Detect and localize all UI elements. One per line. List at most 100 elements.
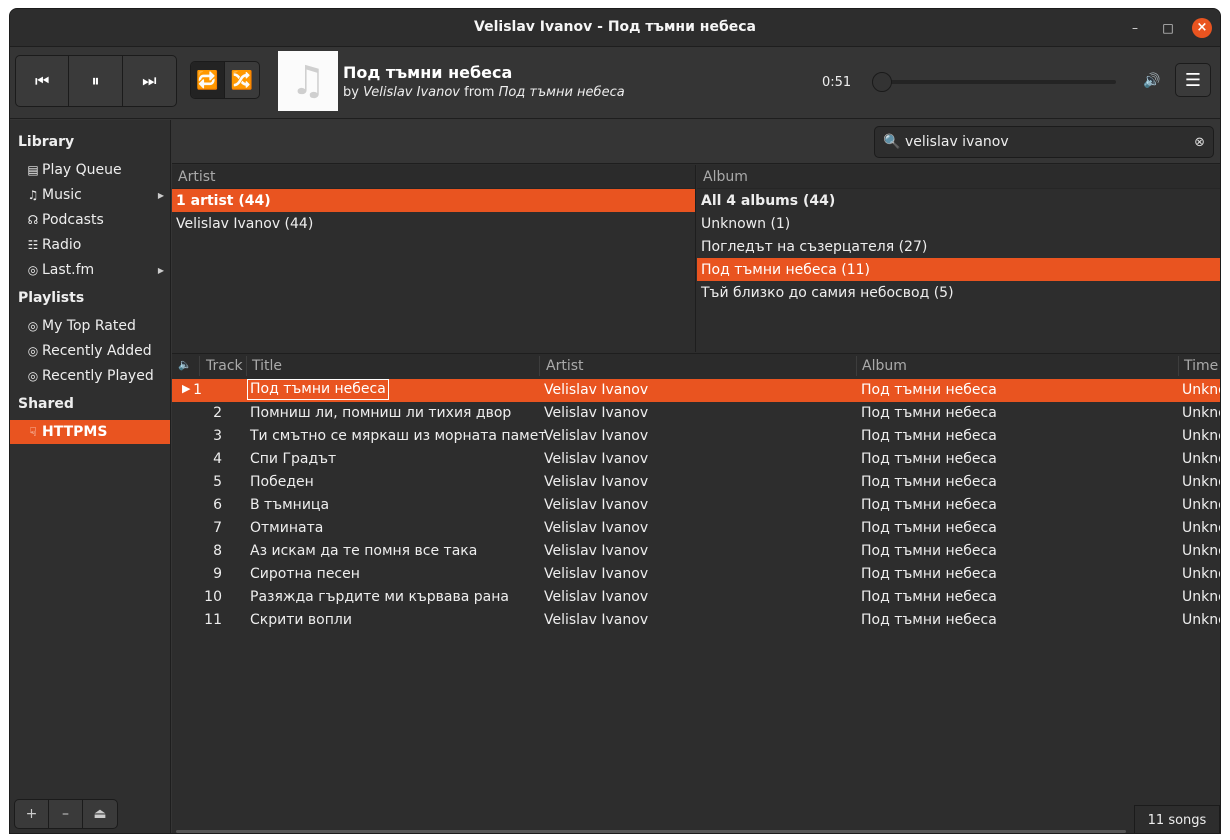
shuffle-button[interactable]: 🔀: [225, 62, 259, 98]
previous-icon: ⏮: [34, 71, 50, 90]
remove-playlist-button[interactable]: –: [49, 800, 83, 828]
sidebar-item-label: Play Queue: [42, 162, 122, 178]
table-row[interactable]: 11 Скрити вопли Velislav Ivanov Под тъмн…: [172, 609, 1220, 632]
pause-button[interactable]: ⏸: [69, 56, 123, 106]
shared-heading: Shared: [18, 396, 74, 412]
by-label: by: [343, 85, 359, 100]
add-playlist-button[interactable]: +: [15, 800, 49, 828]
maximize-button[interactable]: □: [1158, 18, 1178, 38]
track-album: Под тъмни небеса: [861, 589, 997, 605]
album-cover[interactable]: ♫: [278, 51, 338, 111]
plus-icon: +: [25, 806, 38, 822]
sidebar-item-my-top-rated[interactable]: ◎ My Top Rated: [10, 314, 170, 338]
close-button[interactable]: ×: [1192, 18, 1212, 38]
album-row[interactable]: Тъй близко до самия небосвод (5): [697, 281, 1220, 304]
minimize-button[interactable]: –: [1125, 18, 1145, 38]
eject-button[interactable]: ⏏: [83, 800, 117, 828]
next-button[interactable]: ⏭: [123, 56, 176, 106]
clear-search-icon[interactable]: ⊗: [1194, 135, 1205, 150]
artist-row-all[interactable]: 1 artist (44): [172, 189, 695, 212]
track-album: Под тъмни небеса: [861, 497, 997, 513]
shared-library-icon: ☟: [29, 425, 37, 439]
album-row[interactable]: Погледът на съзерцателя (27): [697, 235, 1220, 258]
track-number: 7: [213, 520, 222, 536]
search-bar: 🔍 velislav ivanov ⊗: [172, 120, 1220, 164]
album-row-selected[interactable]: Под тъмни небеса (11): [697, 258, 1220, 281]
track-title: В тъмница: [250, 497, 330, 513]
artist-row[interactable]: Velislav Ivanov (44): [172, 212, 695, 235]
table-row[interactable]: 9 Сиротна песен Velislav Ivanov Под тъмн…: [172, 563, 1220, 586]
album-column-header[interactable]: Album: [862, 358, 907, 374]
track-album: Под тъмни небеса: [861, 474, 997, 490]
smart-playlist-icon: ◎: [27, 369, 39, 383]
track-time: Unknown: [1182, 589, 1220, 605]
sidebar-item-radio[interactable]: ☷ Radio: [10, 233, 170, 257]
sidebar-actions: + – ⏏: [14, 799, 118, 829]
track-album: Под тъмни небеса: [861, 543, 997, 559]
now-playing-artist: Velislav Ivanov: [363, 85, 461, 100]
volume-button[interactable]: 🔊: [1143, 73, 1160, 89]
track-artist: Velislav Ivanov: [544, 405, 649, 421]
from-label: from: [464, 85, 495, 100]
sidebar-item-recently-played[interactable]: ◎ Recently Played: [10, 364, 170, 388]
track-artist: Velislav Ivanov: [544, 566, 649, 582]
seek-slider-handle[interactable]: [872, 72, 892, 92]
table-row[interactable]: 5 Победен Velislav Ivanov Под тъмни небе…: [172, 471, 1220, 494]
artist-column-header[interactable]: Artist: [172, 165, 695, 189]
table-row[interactable]: 2 Помниш ли, помниш ли тихия двор Velisl…: [172, 402, 1220, 425]
artist-column-header[interactable]: Artist: [546, 358, 584, 374]
table-row[interactable]: 7 Отмината Velislav Ivanov Под тъмни неб…: [172, 517, 1220, 540]
track-number: 6: [213, 497, 222, 513]
table-row[interactable]: ▶ 1 Под тъмни небеса Velislav Ivanov Под…: [172, 379, 1220, 402]
track-artist: Velislav Ivanov: [544, 612, 649, 628]
track-artist: Velislav Ivanov: [544, 474, 649, 490]
playlists-heading: Playlists: [18, 290, 85, 306]
table-row[interactable]: 10 Разяжда гърдите ми кървава рана Velis…: [172, 586, 1220, 609]
player-toolbar: ⏮ ⏸ ⏭ 🔁 🔀 ♫ Под тъмни небеса by Velislav…: [10, 47, 1220, 119]
search-icon: 🔍: [883, 134, 901, 150]
album-row[interactable]: Unknown (1): [697, 212, 1220, 235]
track-time: Unknown: [1182, 497, 1220, 513]
seek-slider[interactable]: [876, 80, 1116, 84]
track-artist: Velislav Ivanov: [544, 520, 649, 536]
track-title: Разяжда гърдите ми кървава рана: [250, 589, 509, 605]
track-artist: Velislav Ivanov: [544, 543, 649, 559]
title-column-header[interactable]: Title: [252, 358, 282, 374]
album-row-all[interactable]: All 4 albums (44): [697, 189, 1220, 212]
horizontal-scrollbar[interactable]: [176, 830, 1126, 833]
smart-playlist-icon: ◎: [27, 344, 39, 358]
sidebar-item-play-queue[interactable]: ▤ Play Queue: [10, 158, 170, 182]
track-time: Unknown: [1182, 405, 1220, 421]
track-album: Под тъмни небеса: [861, 612, 997, 628]
app-window: Velislav Ivanov - Под тъмни небеса – □ ×…: [9, 8, 1221, 834]
table-row[interactable]: 4 Спи Градът Velislav Ivanov Под тъмни н…: [172, 448, 1220, 471]
hamburger-menu-icon: ☰: [1184, 69, 1202, 91]
time-column-header[interactable]: Time: [1184, 358, 1218, 374]
table-row[interactable]: 8 Аз искам да те помня все така Velislav…: [172, 540, 1220, 563]
track-title: Ти смътно се мяркаш из морната памет: [250, 428, 547, 444]
song-count-status: 11 songs: [1134, 805, 1220, 833]
sidebar-item-podcasts[interactable]: ☊ Podcasts: [10, 208, 170, 232]
sidebar-item-httpms[interactable]: ☟ HTTPMS: [10, 420, 170, 444]
track-time: Unknown: [1182, 520, 1220, 536]
column-divider: [856, 356, 857, 376]
sidebar-item-lastfm[interactable]: ◎ Last.fm ▶: [10, 258, 170, 282]
rss-icon: ☊: [27, 213, 39, 227]
track-column-header[interactable]: Track: [206, 358, 243, 374]
sidebar-item-music[interactable]: ♫ Music ▶: [10, 183, 170, 207]
track-number: 10: [204, 589, 222, 605]
track-album: Под тъмни небеса: [861, 451, 997, 467]
sidebar-item-recently-added[interactable]: ◎ Recently Added: [10, 339, 170, 363]
previous-button[interactable]: ⏮: [16, 56, 70, 106]
track-title: Аз искам да те помня все така: [250, 543, 478, 559]
table-row[interactable]: 3 Ти смътно се мяркаш из морната памет V…: [172, 425, 1220, 448]
column-divider: [246, 356, 247, 376]
repeat-button[interactable]: 🔁: [191, 62, 225, 98]
track-title: Скрити вопли: [250, 612, 352, 628]
table-row[interactable]: 6 В тъмница Velislav Ivanov Под тъмни не…: [172, 494, 1220, 517]
album-column-header[interactable]: Album: [697, 165, 1220, 189]
main-menu-button[interactable]: ☰: [1175, 63, 1211, 97]
radio-icon: ☷: [27, 238, 39, 252]
main-content: 🔍 velislav ivanov ⊗ Artist 1 artist (44)…: [172, 120, 1220, 833]
search-input[interactable]: 🔍 velislav ivanov ⊗: [874, 126, 1214, 158]
